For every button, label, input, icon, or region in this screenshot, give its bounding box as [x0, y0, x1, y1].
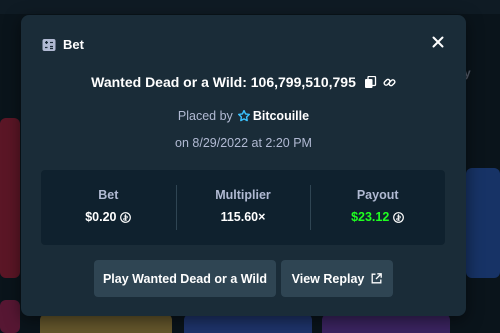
stat-value: 115.60×: [221, 210, 266, 224]
view-replay-button[interactable]: View Replay: [281, 260, 393, 297]
close-button[interactable]: [429, 35, 447, 53]
copy-icon[interactable]: [364, 75, 377, 89]
modal-header: Bet: [42, 37, 84, 52]
placed-by-label: Placed by: [177, 109, 233, 123]
stat-label: Multiplier: [215, 188, 271, 202]
modal-title: Bet: [63, 37, 84, 52]
game-id-separator: :: [242, 74, 251, 90]
stat-label: Payout: [356, 188, 399, 202]
stat-label: Bet: [98, 188, 119, 202]
bet-date: on 8/29/2022 at 2:20 PM: [175, 136, 312, 150]
coin-icon: [120, 211, 132, 223]
multiplier-value: 115.60×: [220, 210, 266, 224]
game-name: Wanted Dead or a Wild: [91, 74, 243, 90]
stat-value: $23.12: [351, 210, 405, 224]
stat-multiplier: Multiplier 115.60×: [175, 170, 311, 245]
username[interactable]: Bitcouille: [253, 109, 309, 123]
stat-bet: Bet $0.20: [41, 170, 176, 245]
vip-star-icon: [237, 110, 250, 122]
link-icon[interactable]: [383, 76, 396, 89]
stat-payout: Payout $23.12: [310, 170, 445, 245]
bet-modal: Bet Wanted Dead or a Wild: 106,799,510,7…: [21, 15, 466, 316]
close-icon[interactable]: [432, 35, 444, 53]
payout-amount: $23.12: [351, 210, 390, 224]
coin-icon: [393, 211, 405, 223]
external-link-icon: [371, 273, 383, 284]
bet-amount: $0.20: [85, 210, 117, 224]
user-link[interactable]: Bitcouille: [237, 109, 309, 123]
placed-by-line: Placed by Bitcouille: [21, 109, 466, 123]
bet-id: 106,799,510,795: [250, 74, 356, 90]
stat-value: $0.20: [85, 210, 132, 224]
bet-ticket-icon: [42, 38, 56, 52]
play-game-button[interactable]: Play Wanted Dead or a Wild: [94, 260, 276, 297]
bet-stats-panel: Bet $0.20 Multiplier 115.60× Payout $23.…: [41, 170, 445, 245]
view-replay-label: View Replay: [291, 271, 365, 286]
bet-game-line: Wanted Dead or a Wild: 106,799,510,795: [21, 74, 466, 90]
